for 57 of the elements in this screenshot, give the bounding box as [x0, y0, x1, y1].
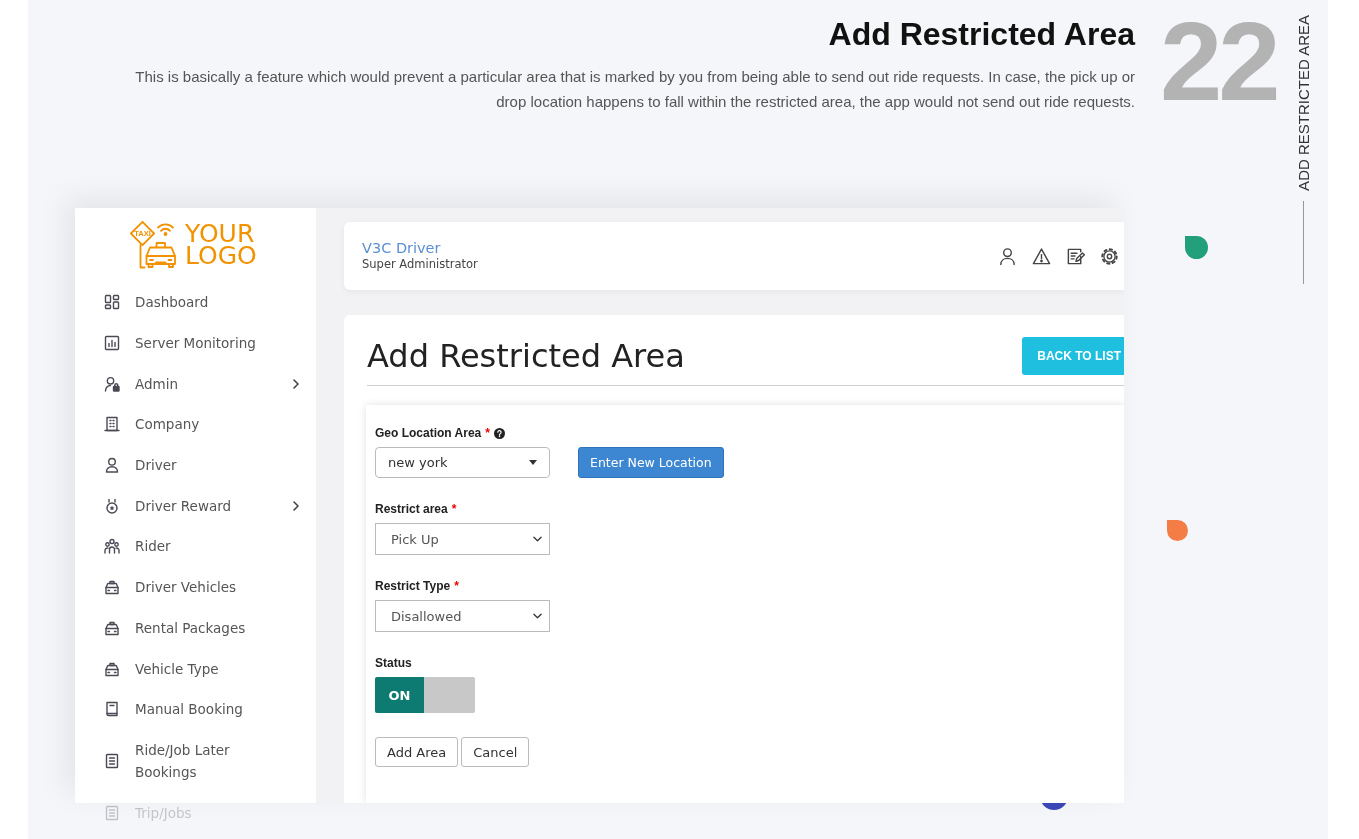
car-icon: [104, 619, 120, 636]
building-icon: [104, 416, 120, 433]
field-label: Geo Location Area *: [375, 426, 490, 440]
sidebar-item[interactable]: Rider: [104, 526, 275, 567]
bar-chart-icon: [104, 335, 120, 352]
cancel-button[interactable]: Cancel: [461, 737, 530, 767]
drop-shape-icon: [1185, 236, 1208, 259]
caret-icon: [529, 460, 537, 465]
chevron-right-icon: [293, 500, 299, 511]
settings-icon[interactable]: [1100, 246, 1119, 266]
drop-shape-icon: [1167, 520, 1188, 541]
sidebar-item[interactable]: Dashboard: [104, 282, 275, 323]
car-icon: [104, 579, 120, 596]
user-icon: [104, 457, 120, 474]
taxi-logo-icon: [130, 221, 176, 269]
field-label: Restrict Type *: [375, 579, 459, 593]
user-lock-icon: [104, 375, 120, 392]
sidebar-item[interactable]: Vehicle Type: [104, 648, 275, 689]
sidebar-item[interactable]: Server Monitoring: [104, 322, 275, 364]
medal-icon: [104, 497, 120, 514]
sidebar-item[interactable]: Manual Booking: [104, 688, 275, 730]
sidebar-item[interactable]: Driver Reward: [104, 485, 299, 527]
user-name: V3C Driver: [362, 240, 442, 257]
sidebar-item[interactable]: Driver: [104, 444, 275, 486]
logo-text: YOUR LOGO: [185, 223, 258, 267]
form-title: Add Restricted Area: [367, 337, 685, 375]
enter-location-button[interactable]: Enter New Location: [578, 447, 724, 478]
book-icon: [104, 701, 120, 718]
step-number: 22: [1160, 6, 1277, 118]
grid-icon: [104, 294, 120, 311]
sidebar-item[interactable]: Driver Vehicles: [104, 566, 275, 608]
group-icon: [104, 538, 120, 555]
chevron-right-icon: [293, 378, 299, 389]
list-icon: [104, 804, 120, 821]
sidebar-item[interactable]: Ride/Job Later Bookings: [104, 729, 275, 793]
page-heading: Add Restricted Area: [828, 15, 1135, 54]
sidebar-item[interactable]: Company: [104, 404, 275, 445]
add-area-button[interactable]: Add Area: [375, 737, 459, 767]
help-icon[interactable]: [493, 427, 505, 439]
feature-description: This is basically a feature which would prevent a particular area that is marked by you from being able to send out ride requests. In case, the pick up or drop location happens to fall within the restricted area, the app would not send out ride requests.: [134, 67, 1135, 112]
side-label: ADD RESTRICTED AREA: [1294, 15, 1312, 191]
warning-icon[interactable]: [1032, 246, 1051, 266]
list-icon: [104, 752, 120, 769]
select-field[interactable]: Pick Up: [375, 523, 550, 555]
car-icon: [104, 660, 120, 677]
field-label: Restrict area *: [375, 502, 457, 516]
status-toggle[interactable]: ON: [375, 677, 475, 713]
edit-note-icon[interactable]: [1066, 246, 1085, 266]
sidebar-item[interactable]: Admin: [104, 363, 299, 405]
user-icon[interactable]: [998, 246, 1017, 266]
chevron-down-icon: [533, 613, 542, 619]
location-dropdown[interactable]: new york: [375, 447, 550, 478]
select-field[interactable]: Disallowed: [375, 600, 550, 632]
user-role: Super Administrator: [362, 257, 478, 272]
chevron-down-icon: [533, 536, 542, 542]
sidebar-item[interactable]: Rental Packages: [104, 607, 275, 649]
field-label: Status: [375, 656, 412, 670]
